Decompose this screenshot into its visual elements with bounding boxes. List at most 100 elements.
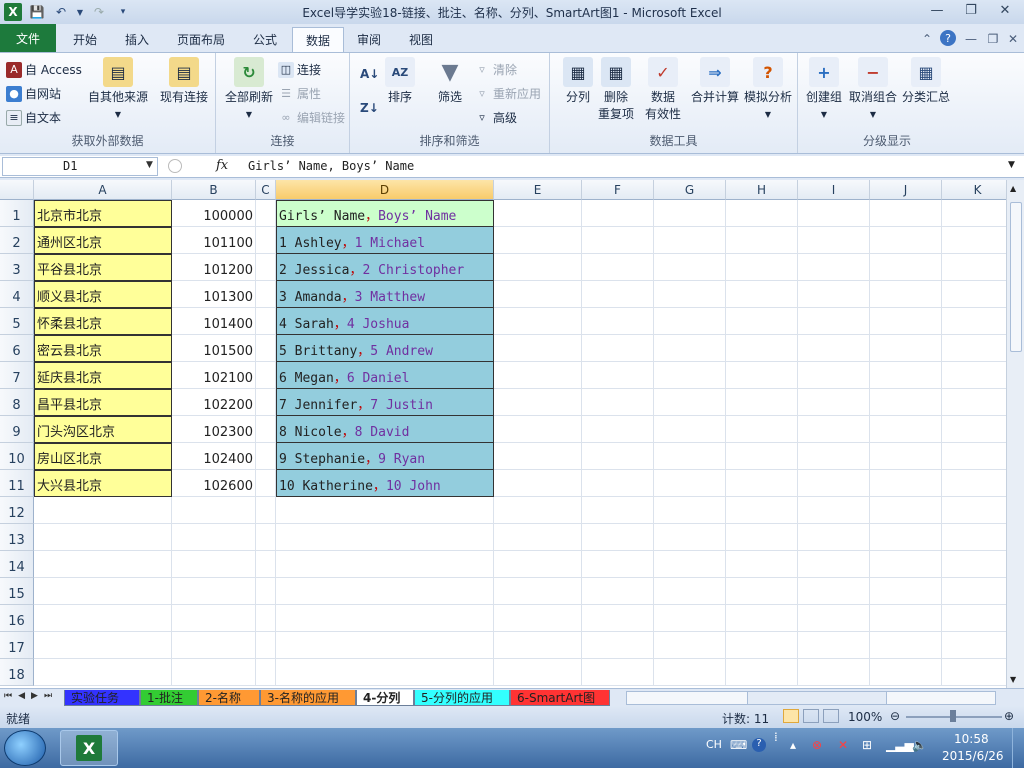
cell-k[interactable] [942, 443, 1006, 470]
show-desktop-button[interactable] [1012, 728, 1024, 768]
show-hidden-icons[interactable]: ▴ [790, 738, 796, 752]
cell-d[interactable]: 8 Nicole， 8 David [276, 416, 494, 443]
cell-c[interactable] [256, 254, 276, 281]
sheet-nav-arrows-icon[interactable]: ⏮◀▶⏭ [4, 691, 58, 701]
cell-f[interactable] [582, 551, 654, 578]
column-header-e[interactable]: E [494, 180, 582, 200]
close-button[interactable]: ✕ [990, 0, 1020, 20]
cell-b[interactable] [172, 524, 256, 551]
cell-b[interactable]: 102600 [172, 470, 256, 497]
cell-h[interactable] [726, 551, 798, 578]
clock-time[interactable]: 10:58 [954, 732, 989, 746]
cell-d[interactable]: 5 Brittany， 5 Andrew [276, 335, 494, 362]
data-validation-button[interactable]: ✓ 数据 有效性 [640, 57, 686, 123]
cell-f[interactable] [582, 443, 654, 470]
cell-b[interactable]: 101300 [172, 281, 256, 308]
cell-h[interactable] [726, 632, 798, 659]
tab-data[interactable]: 数据 [292, 27, 345, 52]
cell-a[interactable]: 门头沟区北京 [34, 416, 172, 443]
cell-e[interactable] [494, 227, 582, 254]
cell-j[interactable] [870, 551, 942, 578]
sort-ascending-icon[interactable]: A↓ [360, 67, 379, 81]
cell-e[interactable] [494, 281, 582, 308]
cell-c[interactable] [256, 443, 276, 470]
insert-function-icon[interactable]: fx [216, 158, 228, 173]
cell-h[interactable] [726, 200, 798, 227]
cell-e[interactable] [494, 308, 582, 335]
cell-d[interactable] [276, 632, 494, 659]
windows-flag-icon[interactable]: ⊞ [862, 738, 872, 752]
cell-a[interactable]: 密云县北京 [34, 335, 172, 362]
cell-c[interactable] [256, 524, 276, 551]
cell-j[interactable] [870, 578, 942, 605]
sheet-tab[interactable]: 1-批注 [140, 690, 198, 706]
cell-h[interactable] [726, 281, 798, 308]
cell-a[interactable] [34, 605, 172, 632]
page-break-view-icon[interactable] [823, 709, 839, 723]
cell-g[interactable] [654, 254, 726, 281]
cell-i[interactable] [798, 551, 870, 578]
vertical-scrollbar[interactable]: ▲ ▼ [1006, 180, 1024, 688]
tab-insert[interactable]: 插入 [112, 27, 162, 52]
row-header[interactable]: 17 [0, 632, 34, 659]
cell-c[interactable] [256, 497, 276, 524]
column-header-c[interactable]: C [256, 180, 276, 200]
row-header[interactable]: 5 [0, 308, 34, 335]
row-header[interactable]: 12 [0, 497, 34, 524]
cell-g[interactable] [654, 335, 726, 362]
cell-a[interactable]: 延庆县北京 [34, 362, 172, 389]
cell-k[interactable] [942, 227, 1006, 254]
cell-j[interactable] [870, 389, 942, 416]
cell-k[interactable] [942, 254, 1006, 281]
expand-formula-bar-icon[interactable]: ▼ [1008, 160, 1015, 170]
from-text-button[interactable]: ≡ 自文本 [6, 109, 61, 126]
cell-h[interactable] [726, 497, 798, 524]
cell-g[interactable] [654, 551, 726, 578]
cell-j[interactable] [870, 281, 942, 308]
tab-file[interactable]: 文件 [0, 24, 56, 52]
select-all-corner[interactable] [0, 180, 34, 200]
tab-home[interactable]: 开始 [60, 27, 110, 52]
cell-j[interactable] [870, 254, 942, 281]
column-header-i[interactable]: I [798, 180, 870, 200]
cell-c[interactable] [256, 308, 276, 335]
cell-j[interactable] [870, 335, 942, 362]
cell-j[interactable] [870, 497, 942, 524]
start-button-icon[interactable] [4, 730, 46, 766]
tab-page-layout[interactable]: 页面布局 [164, 27, 238, 52]
cell-d[interactable] [276, 524, 494, 551]
row-header[interactable]: 10 [0, 443, 34, 470]
cell-h[interactable] [726, 443, 798, 470]
cell-i[interactable] [798, 281, 870, 308]
column-header-k[interactable]: K [942, 180, 1006, 200]
cell-e[interactable] [494, 632, 582, 659]
cell-d[interactable]: Girls’ Name， Boys’ Name [276, 200, 494, 227]
cell-e[interactable] [494, 578, 582, 605]
cell-d[interactable]: 1 Ashley， 1 Michael [276, 227, 494, 254]
row-header[interactable]: 6 [0, 335, 34, 362]
cell-b[interactable] [172, 578, 256, 605]
cell-g[interactable] [654, 281, 726, 308]
cell-f[interactable] [582, 416, 654, 443]
cell-a[interactable]: 顺义县北京 [34, 281, 172, 308]
formula-cancel-icon[interactable] [168, 159, 182, 173]
cell-c[interactable] [256, 632, 276, 659]
cell-e[interactable] [494, 335, 582, 362]
advanced-button[interactable]: ▿ 高级 [474, 109, 517, 126]
cell-b[interactable]: 102400 [172, 443, 256, 470]
tab-formulas[interactable]: 公式 [240, 27, 290, 52]
cell-c[interactable] [256, 416, 276, 443]
ime-indicator[interactable]: CH [706, 738, 722, 751]
cell-k[interactable] [942, 632, 1006, 659]
cell-f[interactable] [582, 281, 654, 308]
taskbar-excel-button[interactable]: X [60, 730, 118, 766]
cell-b[interactable] [172, 497, 256, 524]
cell-j[interactable] [870, 659, 942, 686]
cell-c[interactable] [256, 362, 276, 389]
name-box-dropdown-icon[interactable]: ▼ [146, 160, 153, 170]
cell-e[interactable] [494, 254, 582, 281]
cell-k[interactable] [942, 605, 1006, 632]
horizontal-scrollbar[interactable] [626, 691, 996, 705]
cell-d[interactable]: 6 Megan， 6 Daniel [276, 362, 494, 389]
cell-j[interactable] [870, 443, 942, 470]
